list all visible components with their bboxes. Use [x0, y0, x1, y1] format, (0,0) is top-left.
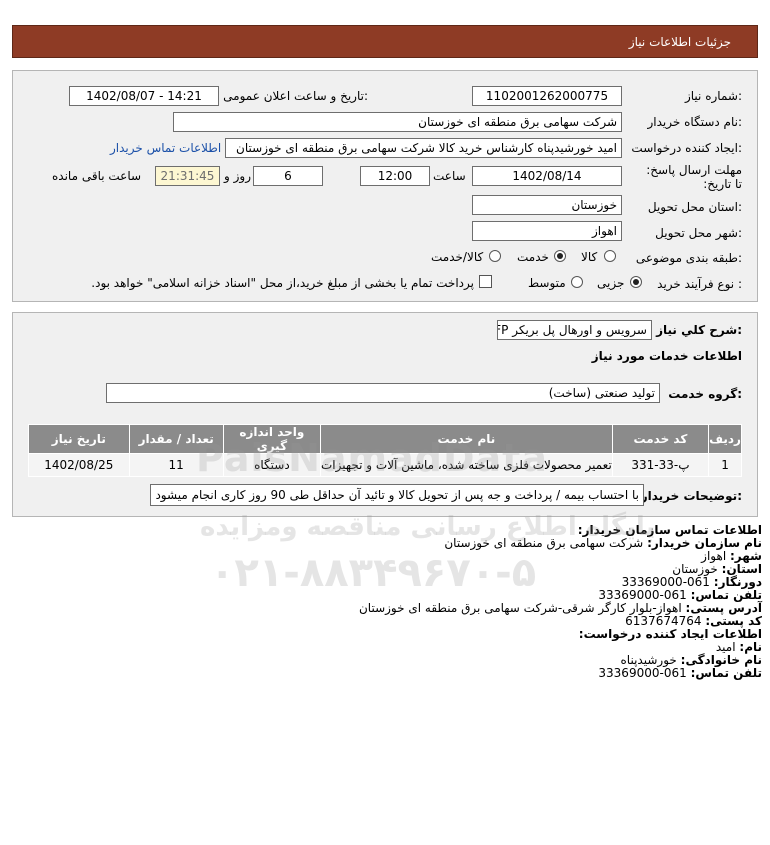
creator-field: امید خورشیدپناه کارشناس خرید کالا شرکت س…	[225, 138, 622, 158]
col-quantity: تعداد / مقدار	[128, 424, 224, 454]
deadline-label: مهلت ارسال پاسخ: تا تاریخ:	[646, 163, 742, 191]
buyer-contact-link[interactable]: اطلاعات تماس خریدار	[110, 141, 221, 155]
category-label: طبقه بندی موضوعی:	[635, 251, 742, 265]
buyer-org-field: شرکت سهامی برق منطقه ای خوزستان	[173, 112, 622, 132]
service-group-label: گروه خدمت:	[668, 387, 742, 401]
cell-unit: دستگاه	[222, 453, 321, 477]
day-and-label: روز و	[224, 169, 251, 183]
deadline-time-field: 12:00	[360, 166, 430, 186]
process-option-medium: متوسط	[528, 276, 566, 290]
category-radio-goods[interactable]	[604, 250, 616, 262]
need-summary-field: سرویس و اورهال پل بریکر FP	[497, 320, 652, 340]
process-option-minor: جزیی	[597, 276, 625, 290]
remaining-label: ساعت باقی مانده	[52, 169, 142, 183]
treasury-checkbox[interactable]	[479, 275, 492, 288]
treasury-text: پرداخت تمام یا بخشی از مبلغ خرید،از محل …	[91, 276, 474, 290]
announce-label: تاریخ و ساعت اعلان عمومی:	[223, 89, 368, 103]
remaining-time-field: 21:31:45	[155, 166, 220, 186]
need-summary-label: شرح کلي نياز:	[656, 323, 742, 337]
category-radio-goods-service[interactable]	[489, 250, 501, 262]
table-row: 1402/08/25 11 دستگاه تعمیر محصولات فلزی …	[28, 453, 742, 477]
deadline-date-field: 1402/08/14	[472, 166, 622, 186]
services-table: تاریخ نیاز تعداد / مقدار واحد اندازه گیر…	[28, 424, 742, 477]
process-label: نوع فرآیند خرید :	[657, 277, 742, 291]
cell-row-number: 1	[708, 453, 742, 477]
col-service-name: نام خدمت	[319, 424, 613, 454]
category-option-goods: کالا	[581, 250, 598, 264]
announce-datetime-field: 1402/08/07 - 14:21	[69, 86, 219, 106]
services-heading: اطلاعات خدمات مورد نیاز	[591, 349, 742, 363]
category-option-goods-service: کالا/خدمت	[431, 250, 484, 264]
cell-quantity: 11	[128, 453, 224, 477]
creator-heading: اطلاعات ایجاد کننده درخواست:	[578, 627, 762, 641]
table-header-row: تاریخ نیاز تعداد / مقدار واحد اندازه گیر…	[28, 424, 742, 454]
cell-service-name: تعمیر محصولات فلزی ساخته شده، ماشین آلات…	[319, 453, 613, 477]
buyer-notes-label: توضیحات خریدار:	[640, 489, 742, 503]
category-option-service: خدمت	[517, 250, 549, 264]
days-remaining-field: 6	[253, 166, 323, 186]
need-number-field: 1102001262000775	[472, 86, 622, 106]
creator-label: ایجاد کننده درخواست:	[631, 141, 742, 155]
col-need-date: تاریخ نیاز	[28, 424, 130, 454]
buyer-org-label: نام دستگاه خریدار:	[647, 115, 743, 129]
province-field: خوزستان	[472, 195, 622, 215]
col-unit: واحد اندازه گیری	[222, 424, 321, 454]
page-header: جزئیات اطلاعات نیاز	[12, 25, 758, 58]
cell-need-date: 1402/08/25	[28, 453, 130, 477]
province-label: استان محل تحویل:	[647, 200, 742, 214]
buyer-notes-field: با احتساب بیمه / پرداخت و جه پس از تحویل…	[150, 484, 644, 506]
service-group-field: تولید صنعتی (ساخت)	[106, 383, 660, 403]
deadline-time-label: ساعت	[433, 169, 466, 183]
need-number-label: شماره نیاز:	[684, 89, 742, 103]
col-service-code: کد خدمت	[611, 424, 710, 454]
city-field: اهواز	[472, 221, 622, 241]
creator-phone: تلفن تماس: 061-33369000	[598, 666, 762, 680]
cell-service-code: پ-33-331	[611, 453, 710, 477]
city-label: شهر محل تحویل:	[655, 226, 742, 240]
col-row-number: ردیف	[708, 424, 742, 454]
process-radio-minor[interactable]	[630, 276, 642, 288]
page-title: جزئیات اطلاعات نیاز	[628, 35, 731, 49]
contact-city: شهر: اهواز	[701, 549, 762, 563]
contact-info: اطلاعات تماس سازمان خریدار: نام سازمان خ…	[22, 524, 762, 680]
process-radio-medium[interactable]	[571, 276, 583, 288]
contact-org: نام سازمان خریدار: شرکت سهامی برق منطقه …	[444, 536, 762, 550]
category-radio-service[interactable]	[554, 250, 566, 262]
